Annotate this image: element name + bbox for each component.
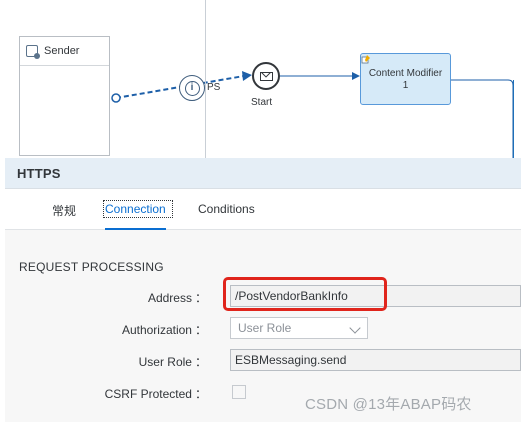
- panel-header: HTTPS: [5, 158, 521, 189]
- sender-header: Sender: [20, 37, 109, 66]
- chevron-down-icon: [349, 322, 361, 334]
- address-label-text: Address: [147, 291, 192, 305]
- message-flow-arrowhead: [242, 71, 252, 81]
- adapter-info-icon[interactable]: i: [179, 75, 205, 101]
- info-icon: i: [184, 80, 200, 96]
- content-modifier-step[interactable]: Content Modifier 1: [360, 53, 451, 105]
- sender-participant[interactable]: Sender: [19, 36, 110, 156]
- address-label: Address：: [7, 289, 207, 306]
- authorization-label: Authorization：: [7, 321, 207, 338]
- start-message-event[interactable]: [252, 62, 280, 90]
- csrf-colon: ：: [194, 387, 207, 401]
- sender-label: Sender: [44, 45, 80, 57]
- adapter-label: PS: [207, 82, 221, 93]
- sequence-flow-arrowhead: [352, 72, 360, 80]
- message-flow-source-handle[interactable]: [111, 93, 121, 103]
- address-colon: ：: [194, 291, 207, 305]
- pool-divider: [205, 0, 206, 158]
- content-modifier-icon: [361, 55, 370, 64]
- authorization-select-value: User Role: [238, 321, 292, 335]
- tab-focus-outline: [103, 200, 173, 218]
- content-modifier-label: Content Modifier: [368, 68, 443, 79]
- user-role-colon: ：: [194, 355, 207, 369]
- csrf-label-text: CSRF Protected: [104, 387, 192, 401]
- authorization-select[interactable]: User Role: [230, 317, 368, 339]
- tab-conditions[interactable]: Conditions: [198, 202, 255, 216]
- csrf-protected-label: CSRF Protected：: [7, 385, 207, 402]
- panel-title: HTTPS: [17, 165, 61, 181]
- csrf-protected-checkbox[interactable]: [232, 385, 246, 399]
- tab-general[interactable]: 常规: [52, 202, 76, 219]
- section-title-request-processing: REQUEST PROCESSING: [19, 260, 164, 274]
- watermark: CSDN @13年ABAP码农: [305, 396, 472, 413]
- authorization-colon: ：: [194, 323, 207, 337]
- envelope-icon: [259, 71, 273, 81]
- content-modifier-number: 1: [402, 80, 409, 91]
- outgoing-flow-segment: [513, 80, 514, 158]
- user-role-label-text: User Role: [138, 355, 192, 369]
- authorization-label-text: Authorization: [121, 323, 192, 337]
- tab-bar: 常规 Connection Conditions: [5, 189, 521, 230]
- integration-flow-canvas[interactable]: Sender i PS Start Content Modifier 1: [0, 0, 521, 158]
- user-role-label: User Role：: [7, 353, 207, 370]
- outgoing-flow-line[interactable]: [451, 79, 514, 158]
- participant-icon: [26, 45, 40, 59]
- start-event-label: Start: [251, 97, 273, 108]
- user-role-input[interactable]: ESBMessaging.send: [230, 349, 521, 371]
- address-highlight-annotation: [223, 277, 387, 311]
